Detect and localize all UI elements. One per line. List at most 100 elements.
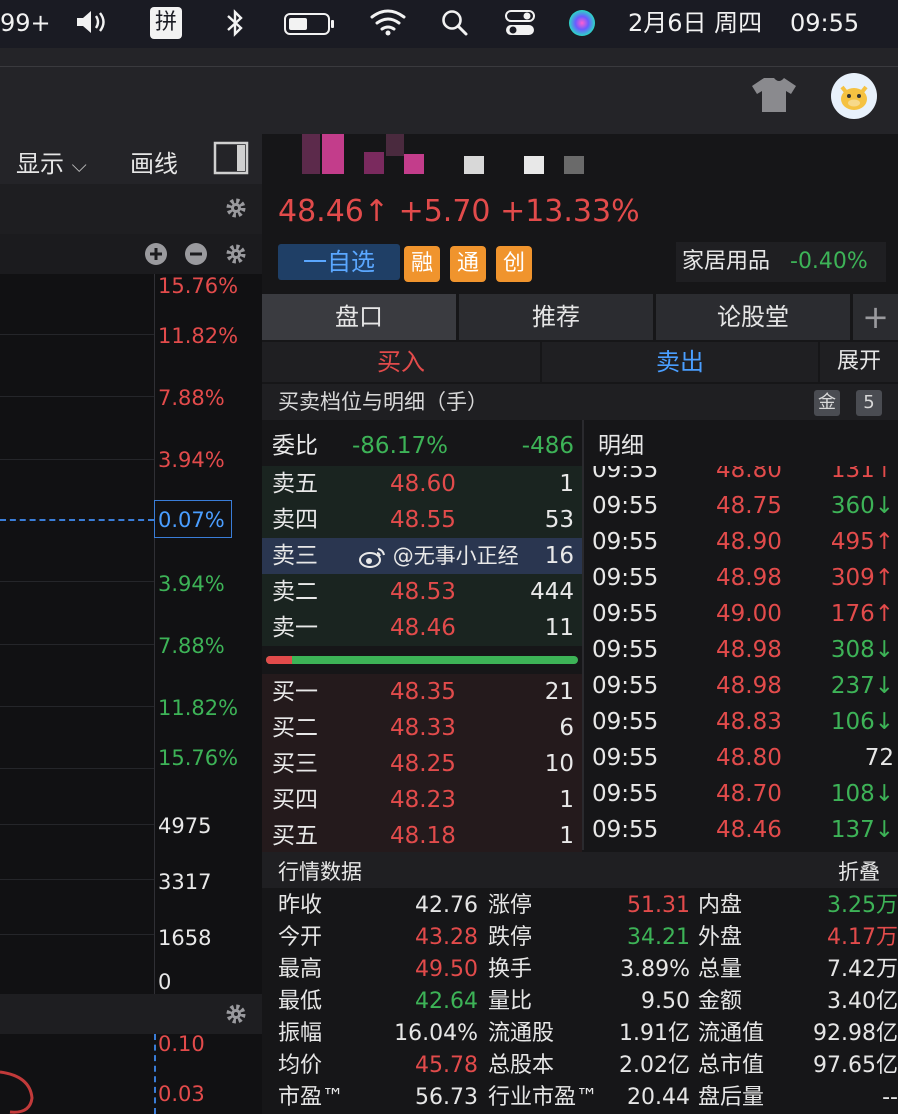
ask-row[interactable]: 卖一 48.46 11: [262, 610, 582, 646]
ask-row[interactable]: 卖二 48.53 444: [262, 574, 582, 610]
ask-label: 卖一: [272, 615, 318, 641]
stat-label: 流通股: [488, 1021, 555, 1046]
detail-row: 09:55 48.83 106↓: [584, 704, 894, 740]
axis-volume-label: 3317: [158, 870, 212, 894]
stock-name-redacted: [302, 134, 632, 184]
buy-button[interactable]: 买入: [262, 342, 540, 382]
detail-volume: 131↑: [830, 466, 894, 483]
stat-label: 行业市盈™: [488, 1085, 599, 1110]
stat-label: 量比: [488, 989, 533, 1014]
zoom-in-icon[interactable]: [144, 242, 168, 270]
stat-value: 1.91亿: [619, 1021, 690, 1046]
gear-icon[interactable]: [224, 196, 248, 224]
chevron-down-icon: ⌵: [71, 153, 87, 177]
bid-label: 买五: [272, 823, 318, 849]
indicator-axis-label: 0.03: [158, 1082, 205, 1106]
detail-row: 09:55 49.00 176↑: [584, 596, 894, 632]
watermark-text: @无事小正经: [392, 544, 519, 568]
bid-row[interactable]: 买三 48.25 10: [262, 746, 582, 782]
bid-row[interactable]: 买四 48.23 1: [262, 782, 582, 818]
detail-time: 09:55: [592, 673, 659, 699]
zoom-out-icon[interactable]: [184, 242, 208, 270]
battery-icon[interactable]: [284, 12, 336, 43]
stat-value: 51.31: [627, 893, 690, 918]
detail-time: 09:55: [592, 466, 659, 483]
detail-volume: 176↑: [830, 601, 894, 627]
grid-line: [0, 459, 154, 460]
stat-value: 34.21: [627, 925, 690, 950]
notification-count: 99+: [0, 9, 51, 37]
ask-row[interactable]: 卖五 48.60 1: [262, 466, 582, 502]
bid-label: 买一: [272, 679, 318, 705]
stat-value: 9.50: [641, 989, 690, 1014]
grid-line: [0, 706, 154, 707]
ask-row[interactable]: 卖三 @无事小正经 16: [262, 538, 582, 574]
bid-volume: 21: [544, 679, 574, 705]
detail-volume: 137↓: [830, 817, 894, 843]
gear-icon[interactable]: [224, 1002, 248, 1030]
tab-orderbook[interactable]: 盘口: [262, 294, 456, 340]
detail-volume: 72: [864, 745, 894, 771]
level-toggle[interactable]: 5: [856, 390, 882, 416]
draw-line-button[interactable]: 画线: [130, 144, 178, 179]
detail-time: 09:55: [592, 781, 659, 807]
indicator-header: [0, 994, 262, 1034]
bid-row[interactable]: 买五 48.18 1: [262, 818, 582, 854]
stat-label: 换手: [488, 957, 533, 982]
search-icon[interactable]: [440, 8, 470, 45]
avatar[interactable]: [830, 72, 878, 124]
input-method-icon[interactable]: 拼: [150, 7, 182, 39]
stat-value: 3.40亿: [827, 989, 898, 1014]
add-tab-button[interactable]: +: [853, 294, 898, 340]
axis-volume-label: 0: [158, 970, 172, 994]
axis-volume-label: 1658: [158, 926, 212, 950]
ask-price: 48.60: [390, 471, 456, 497]
ask-row[interactable]: 卖四 48.55 53: [262, 502, 582, 538]
ratio-diff: -486: [521, 433, 574, 459]
detail-price: 48.70: [716, 781, 782, 807]
detail-price: 48.98: [716, 673, 782, 699]
panel-toggle-icon[interactable]: [212, 140, 250, 180]
sector-tag[interactable]: 家居用品 -0.40%: [676, 242, 886, 282]
gear-icon[interactable]: [224, 242, 248, 270]
bid-ratio-fill: [266, 656, 292, 664]
detail-time: 09:55: [592, 529, 659, 555]
add-watchlist-button[interactable]: 一自选: [278, 244, 400, 280]
tab-recommend[interactable]: 推荐: [459, 294, 653, 340]
tab-forum[interactable]: 论股堂: [656, 294, 850, 340]
bid-row[interactable]: 买一 48.35 21: [262, 674, 582, 710]
ratio-pct: -86.17%: [352, 433, 448, 459]
bluetooth-icon[interactable]: [224, 8, 246, 45]
detail-price: 48.98: [716, 637, 782, 663]
stat-label: 振幅: [278, 1021, 323, 1046]
axis-pct-label: 7.88%: [158, 634, 225, 658]
details-list[interactable]: 09:55 48.80 131↑ 09:55 48.75 360↓ 09:55 …: [584, 466, 898, 850]
skin-icon[interactable]: [750, 76, 798, 118]
expand-button[interactable]: 展开: [820, 342, 898, 382]
indicator-axis: [154, 1034, 156, 1114]
bid-row[interactable]: 买二 48.33 6: [262, 710, 582, 746]
orderbook-section-title: 买卖档位与明细（手）: [278, 390, 488, 414]
sell-button[interactable]: 卖出: [542, 342, 818, 382]
detail-row: 09:55 48.90 495↑: [584, 524, 894, 560]
display-menu[interactable]: 显示 ⌵: [16, 144, 87, 179]
axis-pct-label: 11.82%: [158, 324, 239, 348]
detail-row: 09:55 48.70 108↓: [584, 776, 894, 812]
detail-price: 48.98: [716, 565, 782, 591]
collapse-button[interactable]: 折叠: [838, 856, 880, 886]
app-toolbar: [0, 48, 898, 134]
stat-label: 外盘: [698, 925, 743, 950]
ask-price: 48.55: [390, 507, 456, 533]
stat-value: 16.04%: [394, 1021, 478, 1046]
indicator-axis-label: 0.10: [158, 1032, 205, 1056]
volume-icon[interactable]: [74, 8, 110, 43]
grid-line: [0, 824, 154, 825]
stats-title: 行情数据: [278, 860, 362, 884]
siri-icon[interactable]: [566, 8, 598, 47]
control-center-icon[interactable]: [504, 8, 536, 45]
detail-time: 09:55: [592, 565, 659, 591]
axis-pct-label: 3.94%: [158, 572, 225, 596]
stat-value: 2.02亿: [619, 1053, 690, 1078]
gold-toggle[interactable]: 金: [814, 390, 840, 416]
wifi-icon[interactable]: [370, 8, 406, 43]
